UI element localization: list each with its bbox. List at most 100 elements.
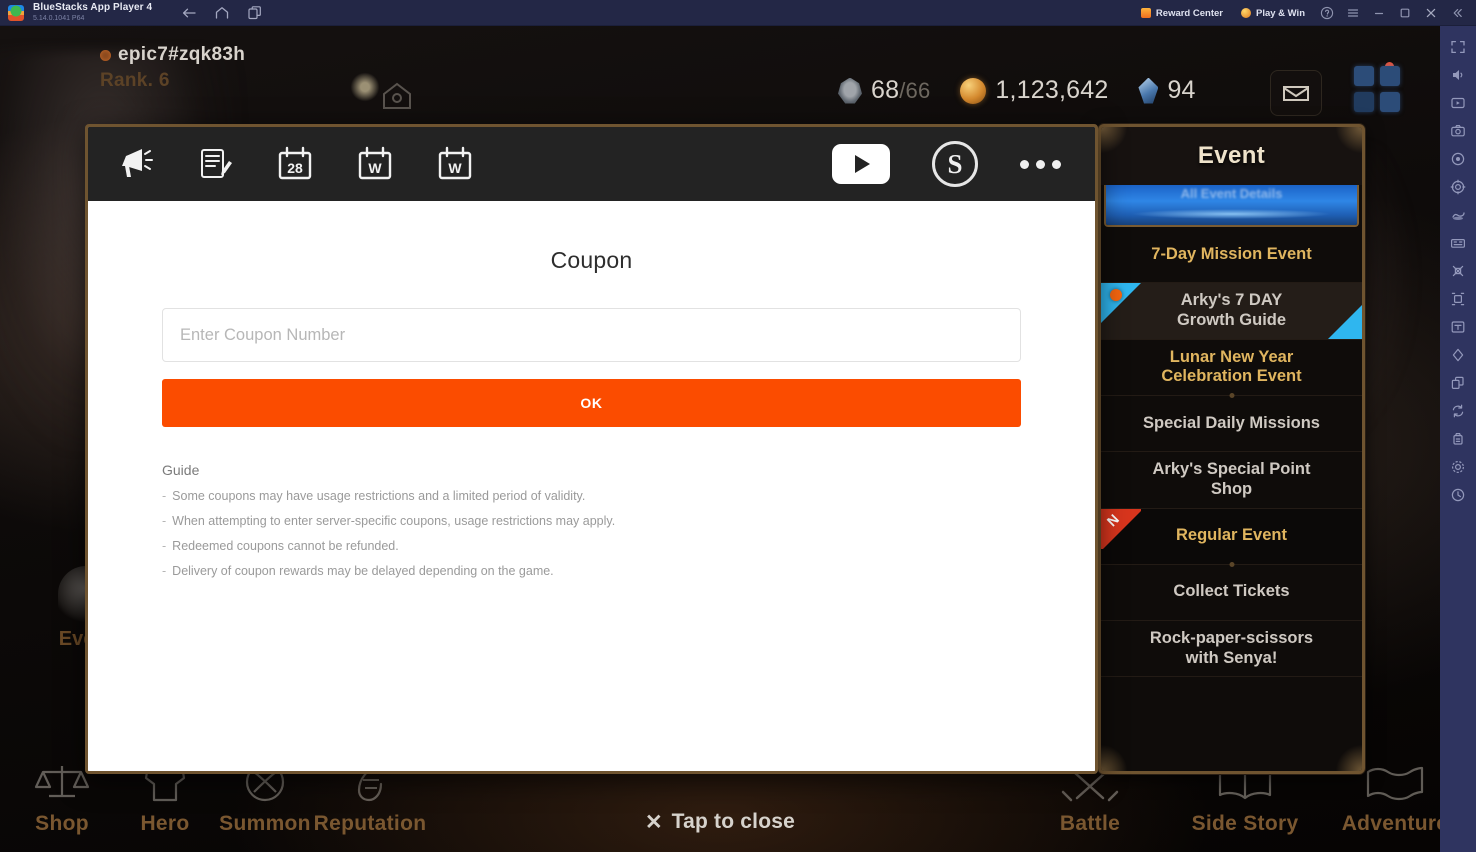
energy-resource[interactable]: 68/66 — [838, 76, 930, 105]
home-icon[interactable] — [214, 5, 230, 21]
minimize-icon[interactable] — [1366, 0, 1392, 26]
help-icon[interactable] — [1314, 0, 1340, 26]
collapse-rail-icon[interactable] — [1444, 0, 1470, 26]
apk-install-icon[interactable] — [1443, 426, 1473, 452]
close-icon[interactable] — [1418, 0, 1444, 26]
guide-line-text: Some coupons may have usage restrictions… — [172, 489, 586, 503]
grid-cell — [1354, 92, 1374, 112]
event-banner-partial[interactable]: All Event Details — [1104, 185, 1359, 227]
real-time-translation-icon[interactable] — [1443, 314, 1473, 340]
event-item-label: Lunar New Year Celebration Event — [1161, 347, 1302, 386]
trim-memory-icon[interactable] — [1443, 342, 1473, 368]
clock-icon[interactable] — [1443, 482, 1473, 508]
copy-icon[interactable] — [1443, 370, 1473, 396]
coupon-modal: 28 W W S Coupon Enter Coupon Number OK G… — [85, 124, 1098, 774]
multi-instance-manager-icon[interactable] — [1443, 230, 1473, 256]
menu-icon[interactable] — [1340, 0, 1366, 26]
settings-gear-icon[interactable] — [1443, 454, 1473, 480]
guide-dash: - — [162, 514, 167, 528]
guide-title: Guide — [162, 462, 200, 478]
event-panel-title: Event — [1101, 127, 1362, 185]
more-options-icon[interactable] — [1020, 159, 1061, 169]
player-badge-icon — [100, 49, 111, 61]
gold-resource[interactable]: 1,123,642 — [960, 76, 1108, 105]
modal-toolbar: 28 W W S — [88, 127, 1095, 201]
window-titlebar: BlueStacks App Player 4 5.14.0.1041 P64 … — [0, 0, 1476, 26]
reward-center-button[interactable]: Reward Center — [1132, 0, 1232, 26]
screenshot-icon[interactable] — [1443, 118, 1473, 144]
event-banner-label: All Event Details — [1180, 186, 1283, 201]
sidebar-footer — [1440, 834, 1476, 852]
maximize-icon[interactable] — [1392, 0, 1418, 26]
record-macro-icon[interactable] — [1443, 146, 1473, 172]
guide-dash: - — [162, 539, 167, 553]
guide-line: - When attempting to enter server-specif… — [162, 514, 1021, 528]
guide-line-text: Redeemed coupons cannot be refunded. — [172, 539, 399, 553]
gold-icon — [960, 77, 987, 104]
skystone-icon — [1138, 77, 1159, 104]
window-title-block: BlueStacks App Player 4 5.14.0.1041 P64 — [33, 3, 152, 23]
event-item-lunar-new-year[interactable]: Lunar New Year Celebration Event — [1101, 340, 1362, 399]
event-item-arkys-special-point-shop[interactable]: Arky's Special Point Shop — [1101, 452, 1362, 509]
event-item-label: Special Daily Missions — [1143, 413, 1320, 432]
modal-toolbar-left: 28 W W — [114, 143, 476, 185]
bluestacks-logo-icon — [8, 4, 24, 21]
new-ribbon-icon — [1101, 283, 1141, 323]
multi-instance-icon[interactable] — [247, 5, 263, 21]
location-icon[interactable] — [1443, 174, 1473, 200]
modal-toolbar-right: S — [832, 127, 1061, 201]
calendar-w-icon[interactable]: W — [354, 143, 396, 185]
ok-button[interactable]: OK — [162, 379, 1021, 427]
menu-grid-button[interactable] — [1354, 66, 1400, 112]
titlebar-right-group: Reward Center Play & Win — [1132, 0, 1470, 26]
event-item-label: Arky's 7 DAY Growth Guide — [1176, 291, 1287, 329]
eco-mode-icon[interactable] — [1443, 258, 1473, 284]
n-ribbon-icon: N — [1101, 508, 1141, 549]
bluestacks-sidebar — [1440, 26, 1476, 852]
modal-body: Coupon OK Guide - Some coupons may have … — [88, 201, 1095, 771]
guild-house-icon[interactable] — [378, 76, 416, 114]
shake-icon[interactable] — [1443, 202, 1473, 228]
event-item-label: Rock-paper-scissors with Senya! — [1149, 628, 1314, 667]
event-banner-shine — [1131, 209, 1332, 219]
calendar-28-icon[interactable]: 28 — [274, 143, 316, 185]
energy-value: 68 — [871, 76, 900, 104]
skystone-resource[interactable]: 94 — [1138, 76, 1195, 105]
youtube-icon[interactable] — [832, 144, 890, 184]
skystone-value: 94 — [1167, 76, 1196, 104]
volume-icon[interactable] — [1443, 62, 1473, 88]
notice-board-icon[interactable] — [194, 143, 236, 185]
event-item-special-daily-missions[interactable]: Special Daily Missions — [1101, 396, 1362, 453]
coupon-input[interactable] — [162, 308, 1021, 362]
coin-icon — [1240, 8, 1251, 18]
megaphone-icon[interactable] — [114, 143, 156, 185]
guide-line-text: When attempting to enter server-specific… — [172, 514, 616, 528]
player-name: epic7#zqk83h — [118, 44, 246, 65]
play-and-win-button[interactable]: Play & Win — [1232, 0, 1314, 26]
guide-line: - Delivery of coupon rewards may be dela… — [162, 564, 1021, 578]
gold-value: 1,123,642 — [995, 76, 1109, 104]
grid-cell — [1380, 92, 1400, 112]
keymapping-icon[interactable] — [1443, 286, 1473, 312]
event-item-collect-tickets[interactable]: Collect Tickets — [1101, 565, 1362, 621]
reward-center-label: Reward Center — [1155, 7, 1223, 19]
back-arrow-icon[interactable] — [181, 5, 197, 21]
window-version: 5.14.0.1041 P64 — [33, 15, 85, 22]
video-recorder-icon[interactable] — [1443, 90, 1473, 116]
event-item-rock-paper-scissors[interactable]: Rock-paper-scissors with Senya! — [1101, 621, 1362, 678]
sync-icon[interactable] — [1443, 398, 1473, 424]
tap-to-close-button[interactable]: ✕ Tap to close — [0, 810, 1440, 834]
event-item-regular-event[interactable]: N Regular Event — [1101, 508, 1362, 567]
stove-s-icon[interactable]: S — [932, 141, 978, 187]
calendar-w2-icon[interactable]: W — [434, 143, 476, 185]
play-and-win-label: Play & Win — [1255, 7, 1305, 19]
mail-button[interactable] — [1270, 70, 1322, 116]
svg-text:28: 28 — [287, 160, 303, 176]
event-item-7-day-mission[interactable]: 7-Day Mission Event — [1101, 227, 1362, 283]
fullscreen-icon[interactable] — [1443, 34, 1473, 60]
guide-dash: - — [162, 564, 167, 578]
player-info[interactable]: epic7#zqk83h Rank. 6 — [100, 44, 245, 92]
event-panel: Event All Event Details 7-Day Mission Ev… — [1098, 124, 1365, 774]
event-item-arkys-7-day-growth-guide[interactable]: Arky's 7 DAY Growth Guide — [1101, 283, 1362, 340]
event-list[interactable]: All Event Details 7-Day Mission Event Ar… — [1101, 185, 1362, 771]
